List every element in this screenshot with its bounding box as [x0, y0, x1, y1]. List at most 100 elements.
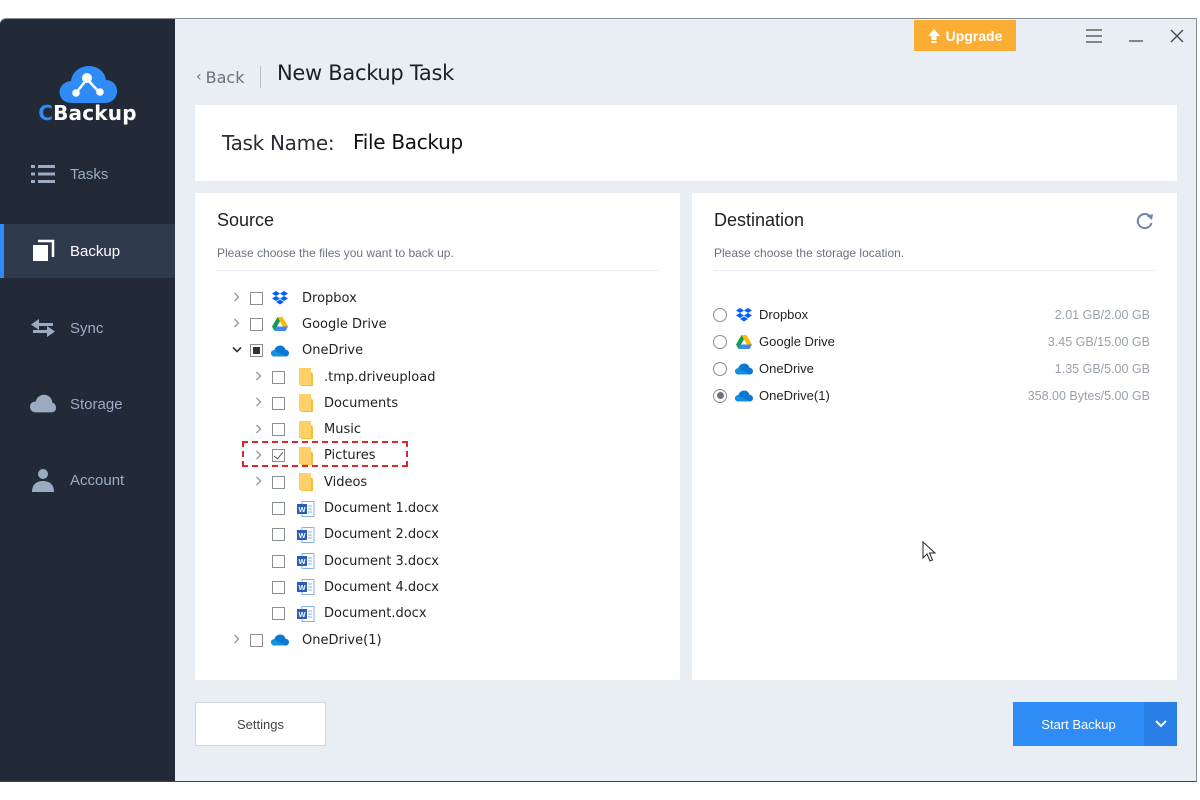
brand-name: CBackup [38, 101, 137, 125]
checkbox[interactable] [272, 449, 285, 463]
chevron-right-icon[interactable] [231, 292, 243, 304]
cbackup-logo-icon [59, 66, 118, 103]
backup-icon [30, 238, 56, 264]
radio-button[interactable] [713, 334, 727, 349]
sidebar-item-label: Storage [70, 395, 123, 413]
checkbox[interactable] [272, 475, 285, 489]
tree-item[interactable]: W Document 1.docx [195, 495, 680, 521]
checkbox[interactable] [250, 633, 263, 647]
destination-item[interactable]: Google Drive 3.45 GB/15.00 GB [692, 328, 1177, 355]
settings-button[interactable]: Settings [195, 702, 326, 746]
divider [217, 270, 660, 271]
minimize-icon [1129, 40, 1143, 42]
destination-name: Google Drive [759, 334, 835, 349]
refresh-icon[interactable] [1135, 211, 1155, 231]
tree-item[interactable]: OneDrive(1) [195, 627, 680, 653]
close-icon [1170, 29, 1184, 43]
destination-item[interactable]: OneDrive 1.35 GB/5.00 GB [692, 355, 1177, 382]
sidebar-item-tasks[interactable]: Tasks [0, 147, 175, 201]
start-backup-dropdown[interactable] [1144, 702, 1177, 746]
storage-capacity: 2.01 GB/2.00 GB [1054, 307, 1150, 322]
chevron-right-icon[interactable] [231, 318, 243, 330]
svg-text:W: W [298, 583, 306, 592]
sidebar-item-storage[interactable]: Storage [0, 377, 175, 431]
task-name-label: Task Name: [222, 131, 335, 155]
source-tree: Dropbox Google Drive OneDrive .tmp.driveupl… [195, 285, 680, 653]
tree-item[interactable]: W Document.docx [195, 601, 680, 627]
sidebar-item-label: Account [70, 471, 125, 489]
tree-item[interactable]: W Document 3.docx [195, 548, 680, 574]
word-document-icon: W [297, 526, 315, 544]
radio-button[interactable] [713, 361, 727, 376]
chevron-right-icon[interactable] [253, 424, 265, 436]
minimize-button[interactable] [1122, 23, 1150, 49]
chevron-right-icon[interactable] [253, 450, 265, 462]
destination-item[interactable]: OneDrive(1) 358.00 Bytes/5.00 GB [692, 382, 1177, 409]
svg-text:W: W [298, 610, 306, 619]
checkbox[interactable] [272, 370, 285, 384]
checkbox[interactable] [250, 291, 263, 305]
tree-item[interactable]: OneDrive [195, 338, 680, 364]
tree-item[interactable]: W Document 2.docx [195, 522, 680, 548]
google-drive-icon [735, 333, 753, 351]
sidebar-item-backup[interactable]: Backup [0, 224, 175, 278]
tree-item[interactable]: Pictures [195, 443, 680, 469]
chevron-right-icon[interactable] [231, 634, 243, 646]
chevron-right-icon[interactable] [253, 397, 265, 409]
list-icon [30, 161, 56, 187]
folder-icon [297, 446, 315, 465]
svg-text:W: W [298, 557, 306, 566]
svg-text:W: W [298, 505, 306, 514]
destination-item[interactable]: Dropbox 2.01 GB/2.00 GB [692, 301, 1177, 328]
checkbox[interactable] [272, 528, 285, 542]
tree-item[interactable]: Documents [195, 390, 680, 416]
tree-item-label: OneDrive(1) [302, 632, 382, 648]
tree-item-label: Document 3.docx [324, 553, 439, 569]
start-backup-button[interactable]: Start Backup [1013, 702, 1144, 746]
tree-item[interactable]: Videos [195, 469, 680, 495]
menu-button[interactable] [1080, 23, 1108, 49]
settings-label: Settings [237, 716, 284, 732]
source-subtitle: Please choose the files you want to back… [217, 246, 454, 260]
destination-name: OneDrive(1) [759, 388, 830, 403]
tree-item[interactable]: Google Drive [195, 311, 680, 337]
checkbox[interactable] [272, 554, 285, 568]
close-button[interactable] [1163, 23, 1191, 49]
cloud-icon [30, 391, 56, 417]
checkbox[interactable] [272, 580, 285, 594]
back-button[interactable]: ‹ Back [196, 65, 244, 89]
chevron-right-icon[interactable] [253, 476, 265, 488]
radio-button[interactable] [713, 307, 727, 322]
chevron-down-icon[interactable] [231, 345, 243, 357]
radio-button[interactable] [713, 388, 727, 403]
tree-item-label: Document 1.docx [324, 501, 439, 517]
chevron-right-icon[interactable] [253, 371, 265, 383]
destination-panel: Destination Please choose the storage lo… [692, 193, 1177, 680]
onedrive-icon [735, 360, 753, 378]
checkbox[interactable] [272, 607, 285, 621]
word-document-icon: W [297, 500, 315, 518]
checkbox[interactable] [272, 423, 285, 437]
tree-item[interactable]: Music [195, 416, 680, 442]
destination-title: Destination [714, 210, 805, 230]
tree-item[interactable]: W Document 4.docx [195, 574, 680, 600]
sidebar-item-account[interactable]: Account [0, 453, 175, 507]
task-name-input[interactable] [353, 130, 753, 154]
upgrade-button[interactable]: Upgrade [914, 20, 1016, 51]
tree-item-label: Document.docx [324, 606, 427, 622]
mouse-cursor-icon [922, 541, 937, 562]
checkbox[interactable] [272, 396, 285, 410]
checkbox[interactable] [272, 502, 285, 516]
tree-item-label: Pictures [324, 448, 376, 464]
onedrive-icon [271, 342, 289, 360]
tree-item-label: Music [324, 422, 361, 438]
logo: CBackup [0, 19, 175, 139]
folder-icon [297, 420, 315, 439]
tree-item[interactable]: .tmp.driveupload [195, 364, 680, 390]
folder-icon [297, 368, 315, 387]
tree-item[interactable]: Dropbox [195, 285, 680, 311]
checkbox[interactable] [250, 344, 263, 358]
sidebar-item-sync[interactable]: Sync [0, 301, 175, 355]
checkbox[interactable] [250, 317, 263, 331]
destination-name: OneDrive [759, 361, 814, 376]
